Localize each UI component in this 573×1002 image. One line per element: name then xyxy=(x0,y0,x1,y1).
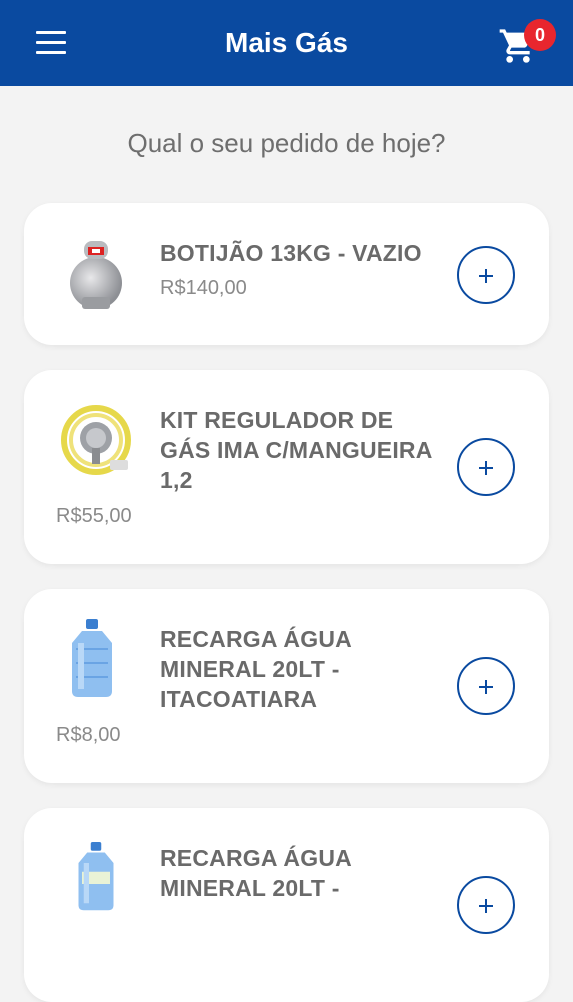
product-card[interactable]: KIT REGULADOR DE GÁS IMA C/MANGUEIRA 1,2… xyxy=(24,370,549,564)
regulator-kit-icon xyxy=(61,405,131,475)
product-price: R$140,00 xyxy=(160,277,247,299)
page-subtitle: Qual o seu pedido de hoje? xyxy=(127,128,446,158)
product-card[interactable]: RECARGA ÁGUA MINERAL 20LT - xyxy=(24,808,549,1002)
water-jug-icon xyxy=(72,619,112,697)
product-card[interactable]: RECARGA ÁGUA MINERAL 20LT - ITACOATIARA … xyxy=(24,589,549,783)
water-jug-icon xyxy=(78,842,114,911)
product-price: R$55,00 xyxy=(56,505,132,527)
product-price: R$8,00 xyxy=(56,724,121,746)
product-card[interactable]: BOTIJÃO 13KG - VAZIO R$140,00 xyxy=(24,203,549,345)
add-to-cart-button[interactable] xyxy=(457,876,515,934)
product-name: RECARGA ÁGUA MINERAL 20LT - xyxy=(160,845,352,901)
product-name: KIT REGULADOR DE GÁS IMA C/MANGUEIRA 1,2 xyxy=(160,407,432,493)
cart-count-badge: 0 xyxy=(524,19,556,51)
product-name: RECARGA ÁGUA MINERAL 20LT - ITACOATIARA xyxy=(160,626,352,712)
page-title: Mais Gás xyxy=(225,27,348,58)
product-name: BOTIJÃO 13KG - VAZIO xyxy=(160,240,422,266)
app-bar: Mais Gás 0 xyxy=(0,0,573,86)
add-to-cart-button[interactable] xyxy=(457,246,515,304)
add-to-cart-button[interactable] xyxy=(457,438,515,496)
add-to-cart-button[interactable] xyxy=(457,657,515,715)
gas-cylinder-icon xyxy=(70,241,122,309)
